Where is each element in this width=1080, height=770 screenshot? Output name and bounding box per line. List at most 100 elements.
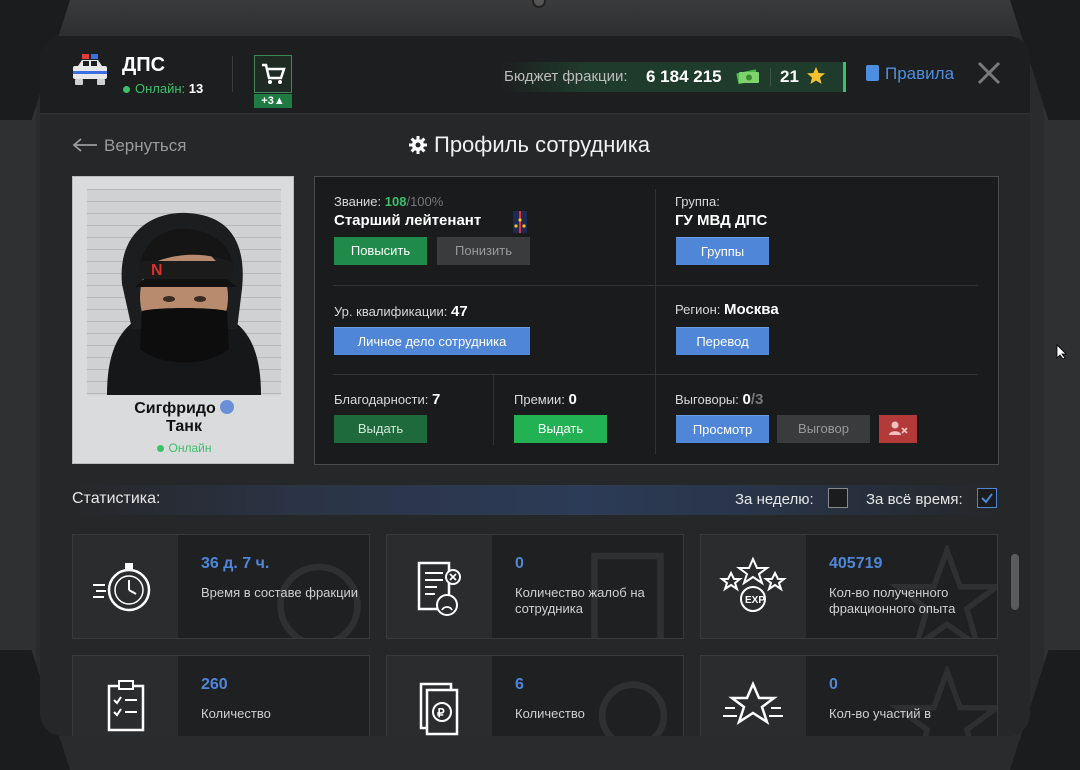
rules-label: Правила	[885, 64, 955, 83]
svg-text:N: N	[151, 262, 163, 279]
close-icon[interactable]	[976, 60, 1002, 86]
give-bonus-button[interactable]: Выдать	[514, 415, 607, 443]
stopwatch-watermark-icon	[277, 563, 361, 638]
employee-name-first: Сигфридо	[134, 400, 216, 417]
view-reprimands-button[interactable]: Просмотр	[676, 415, 769, 443]
bonus-value: 0	[568, 391, 577, 408]
region-row: Регион: Москва	[675, 301, 779, 318]
employee-portrait: N	[107, 212, 261, 395]
reprimand-row: Выговоры: 0/3	[675, 391, 763, 408]
budget-label: Бюджет фракции:	[504, 68, 628, 85]
page-title: Профиль сотрудника	[408, 132, 650, 158]
user-profile-icon[interactable]	[219, 400, 234, 414]
online-label: Онлайн:	[135, 81, 186, 96]
mouse-cursor-icon	[1056, 344, 1067, 360]
cart-icon	[262, 63, 286, 84]
gear-icon	[409, 136, 427, 154]
remove-user-icon	[889, 421, 908, 435]
personal-file-button[interactable]: Личное дело сотрудника	[334, 327, 530, 355]
money-icon	[736, 69, 759, 84]
bonus-label: Премии:	[514, 392, 565, 407]
employee-status: Онлайн	[73, 441, 295, 455]
cart-badge: +3▲	[254, 94, 292, 108]
faction-budget: Бюджет фракции: 6 184 215 21	[500, 62, 846, 92]
ruble-watermark-icon	[598, 681, 668, 736]
rank-label-row: Звание: 108/100%	[334, 194, 443, 209]
reprimand-button[interactable]: Выговор	[777, 415, 870, 443]
bonus-row: Премии: 0	[514, 391, 577, 408]
stat-icon-box	[73, 535, 178, 638]
stat-value: 405719	[829, 555, 883, 572]
stat-icon-box	[73, 656, 178, 736]
clipboard-checklist-icon	[107, 680, 145, 732]
qualification-value: 47	[451, 303, 468, 320]
thanks-value: 7	[432, 391, 441, 408]
employee-name: Сигфридо Танк	[73, 400, 295, 436]
rank-progress: 108	[384, 194, 407, 209]
online-count: 13	[188, 81, 204, 96]
qualification-label: Ур. квалификации:	[334, 304, 448, 319]
stat-card: 36 д. 7 ч. Время в составе фракции	[72, 534, 370, 639]
thanks-label: Благодарности:	[334, 392, 429, 407]
header-bar: ДПС Онлайн: 13 +3▲ Бюджет фракции: 6 184…	[40, 36, 1030, 114]
divider	[333, 374, 978, 375]
faction-name: ДПС	[122, 54, 166, 76]
qualification-row: Ур. квалификации: 47	[334, 303, 468, 320]
employee-photo-card: N Сигфридо Танк Онлайн	[72, 176, 294, 464]
groups-button[interactable]: Группы	[676, 237, 769, 265]
stat-card: 0 Количество жалоб на сотрудника	[386, 534, 684, 639]
budget-value: 6 184 215	[646, 67, 722, 86]
rank-label: Звание:	[334, 194, 382, 209]
transfer-button[interactable]: Перевод	[676, 327, 769, 355]
stat-icon-box: EXP	[701, 535, 806, 638]
employee-name-last: Танк	[166, 418, 202, 435]
stat-value: 6	[515, 676, 524, 693]
reprimand-label: Выговоры:	[675, 392, 739, 407]
statistics-title: Статистика:	[72, 490, 161, 507]
rank-insignia-icon	[513, 211, 527, 233]
give-thanks-button[interactable]: Выдать	[334, 415, 427, 443]
stat-value: 260	[201, 676, 228, 693]
rules-book-icon	[866, 65, 879, 81]
star-icon	[807, 67, 825, 84]
employee-info-panel: Звание: 108/100% Старший лейтенант Повыс…	[314, 176, 999, 465]
faction-online: Онлайн: 13	[123, 81, 203, 96]
region-value: Москва	[723, 301, 779, 318]
group-name: ГУ МВД ДПС	[675, 212, 768, 229]
employee-status-text: Онлайн	[168, 441, 212, 455]
rules-link[interactable]: Правила	[866, 64, 954, 84]
scrollbar-thumb[interactable]	[1011, 554, 1019, 610]
svg-text:₽: ₽	[437, 706, 445, 720]
statistics-header: Статистика: За неделю: За всё время:	[72, 485, 999, 515]
rank-progress-max: /100%	[406, 194, 444, 209]
divider	[232, 56, 233, 92]
week-filter-checkbox[interactable]	[828, 488, 848, 508]
all-time-filter-label: За всё время:	[866, 491, 963, 508]
reprimand-max: /3	[750, 391, 764, 408]
promote-button[interactable]: Повысить	[334, 237, 427, 265]
week-filter-label: За неделю:	[735, 491, 814, 508]
thanks-row: Благодарности: 7	[334, 391, 440, 408]
exp-stars-icon: EXP	[719, 556, 787, 612]
back-button[interactable]: Вернуться	[72, 136, 187, 156]
divider	[493, 375, 494, 445]
stopwatch-icon	[93, 563, 151, 612]
stars-value: 21	[780, 67, 799, 86]
tablet-screen: ДПС Онлайн: 13 +3▲ Бюджет фракции: 6 184…	[40, 36, 1030, 736]
arrow-left-icon	[72, 138, 97, 152]
divider	[333, 285, 978, 286]
star-watermark-icon	[889, 666, 997, 736]
page-title-text: Профиль сотрудника	[434, 132, 651, 157]
dismiss-employee-button[interactable]	[879, 415, 917, 443]
checkmark-icon	[981, 493, 993, 504]
star-speed-icon	[723, 680, 783, 725]
shop-cart-button[interactable]	[254, 55, 292, 93]
stat-card: 0 Кол-во участий в	[700, 655, 998, 736]
complaint-document-icon	[417, 561, 461, 616]
demote-button[interactable]: Понизить	[437, 237, 530, 265]
group-label: Группа:	[675, 194, 720, 209]
stat-card: ₽ 6 Количество	[386, 655, 684, 736]
all-time-filter-checkbox[interactable]	[977, 488, 997, 508]
stat-description: Количество	[201, 706, 271, 721]
svg-text:EXP: EXP	[745, 595, 765, 606]
